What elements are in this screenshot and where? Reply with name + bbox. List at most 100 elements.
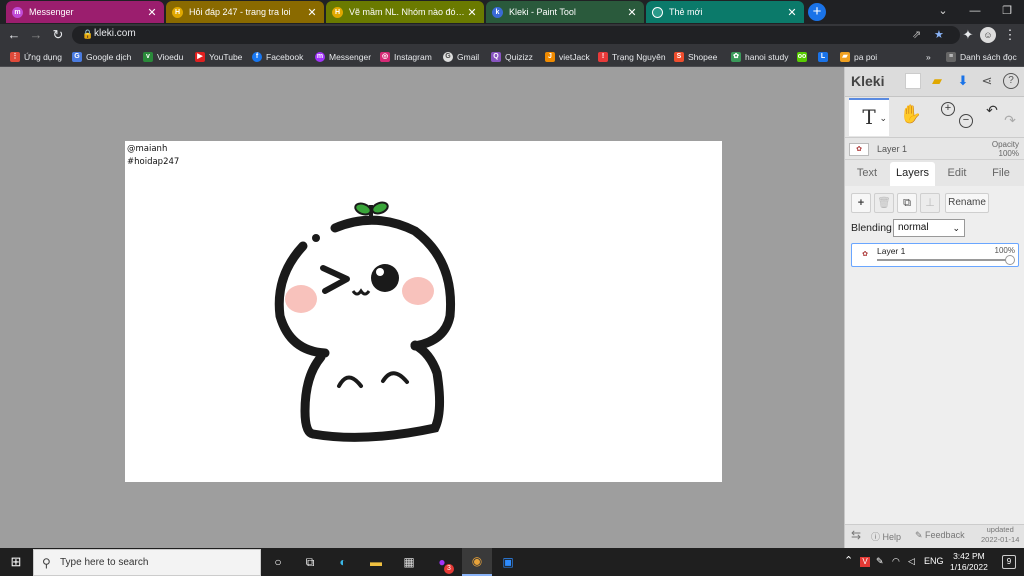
current-layer-name: Layer 1 [877,144,908,154]
tab-hoidap[interactable]: H Hỏi đáp 247 - trang tra loi ✕ [166,1,324,23]
edge-icon[interactable]: ◐ [333,552,353,572]
wifi-icon[interactable]: ◠ [892,556,900,567]
speaker-icon[interactable]: ◁ [908,556,915,567]
close-icon[interactable]: ✕ [786,6,798,19]
tab-messenger[interactable]: m Messenger ✕ [6,1,164,23]
antivirus-icon[interactable]: V [860,557,870,567]
windows-taskbar: ⊞ ⚲ Type here to search ○ ⧉ ◐ ▬ ▦ ● 3 ◉ ▣… [0,548,1024,576]
rename-button[interactable]: Rename [945,193,989,213]
bookmark-google-translate[interactable]: G Google dịch [72,50,131,64]
cortana-icon[interactable]: ○ [268,552,288,572]
tab-text[interactable]: Text [847,162,887,186]
bookmark-youtube[interactable]: ▶ YouTube [195,50,242,64]
close-icon[interactable]: ✕ [626,6,638,19]
new-image-icon[interactable] [905,73,921,89]
vioedu-icon: v [143,52,153,62]
text-tool-button[interactable]: T ⌄ [849,98,889,136]
bookmarks-overflow-button[interactable]: » [926,50,931,64]
help-label: Help [882,532,902,542]
bookmark-hanoi-study[interactable]: ✿ hanoi study [731,50,788,64]
layer-opacity-slider[interactable] [877,255,1015,265]
layers-panel: + 🗑 ⧉ ⊥ Rename Blending normal ⌄ ✿ Layer … [845,186,1024,548]
zoom-out-icon[interactable]: − [959,114,973,128]
arm-right [381,371,409,384]
bookmark-shopee[interactable]: S Shopee [674,50,717,64]
bookmark-messenger[interactable]: m Messenger [315,50,371,64]
close-icon[interactable]: ✕ [466,6,478,19]
minimize-button[interactable]: — [960,2,990,20]
duplicate-layer-button[interactable]: ⧉ [897,193,917,213]
task-view-icon[interactable]: ⧉ [300,552,320,572]
bookmark-pa-poi[interactable]: ▰ pa poi [840,50,877,64]
avatar[interactable]: ☺ [980,27,996,43]
bookmark-instagram[interactable]: ◎ Instagram [380,50,432,64]
bookmark-l[interactable]: L [818,50,832,64]
redo-icon[interactable]: ↷ [1003,112,1017,128]
reload-icon[interactable]: ↻ [50,27,66,43]
tab-kleki[interactable]: k Kleki - Paint Tool ✕ [486,1,644,23]
tab-new[interactable]: Thẻ mới ✕ [646,1,804,23]
zoom-icon[interactable]: ▣ [498,552,518,572]
share-icon[interactable]: ⋖ [979,73,995,89]
opacity-slider-handle[interactable] [1005,255,1015,265]
store-icon[interactable]: ▦ [399,552,419,572]
hand-tool-button[interactable]: ✋ [899,104,923,128]
panel-tabs: Text Layers Edit File [845,162,1024,186]
bookmark-facebook[interactable]: f Facebook [252,50,303,64]
notification-center-icon[interactable]: 9 [1002,555,1016,569]
url-field[interactable]: 🔒 kleki.com ⇗ ★ [72,26,960,44]
clock[interactable]: 3:42 PM 1/16/2022 [950,551,988,573]
tab-file[interactable]: File [981,162,1021,186]
swap-side-icon[interactable]: ⇆ [851,528,861,542]
language-indicator[interactable]: ENG [924,556,944,566]
bookmark-duolingo[interactable]: oo [797,50,811,64]
facebook-icon: f [252,52,262,62]
delete-layer-button[interactable]: 🗑 [874,193,894,213]
bookmark-vioedu[interactable]: v Vioedu [143,50,183,64]
tab-ve-mam[interactable]: H Vẽ mầm NL. Nhóm nào đó.. biết... ✕ [326,1,484,23]
maximize-button[interactable]: ❐ [992,2,1022,20]
blending-label: Blending [851,222,892,234]
help-icon[interactable]: ? [1003,73,1019,89]
tab-layers[interactable]: Layers [890,162,935,186]
tab-search-icon[interactable]: ⌄ [928,2,958,20]
pa-poi-icon: ▰ [840,52,850,62]
bookmark-quizizz[interactable]: Q Quizizz [491,50,533,64]
undo-icon[interactable]: ↶ [985,102,999,118]
bookmark-star-icon[interactable]: ★ [934,28,944,41]
extensions-icon[interactable]: ✦ [960,27,976,43]
taskbar-search-box[interactable]: ⚲ Type here to search [33,549,261,576]
bookmark-gmail[interactable]: G Gmail [443,50,479,64]
open-folder-icon[interactable]: ▰ [929,73,945,89]
pen-icon[interactable]: ✎ [876,556,884,567]
windows-start-icon[interactable]: ⊞ [6,552,26,572]
tab-edit[interactable]: Edit [937,162,977,186]
chrome-icon[interactable]: ◉ [462,548,492,576]
reading-list-button[interactable]: ≡ Danh sách đọc [946,50,1017,64]
drawing-canvas[interactable]: @maianh #hoidap247 [125,141,722,482]
download-icon[interactable]: ⬇ [955,73,971,89]
blending-select[interactable]: normal ⌄ [893,219,965,237]
help-button[interactable]: ⓘ Help [871,530,901,543]
messenger-icon[interactable]: ● 3 [432,552,454,574]
canvas-area[interactable]: @maianh #hoidap247 [0,67,844,548]
layer-name: Layer 1 [877,246,906,256]
bookmark-apps[interactable]: ⋮ Ứng dụng [10,50,62,64]
close-icon[interactable]: ✕ [306,6,318,19]
bookmark-vietjack[interactable]: JvietJack [545,50,590,64]
close-icon[interactable]: ✕ [146,6,158,19]
feedback-button[interactable]: ✎ Feedback [915,530,965,541]
back-icon[interactable]: ← [6,27,22,43]
layer-list-item[interactable]: ✿ Layer 1 100% [851,243,1019,267]
menu-icon[interactable]: ⋮ [1002,27,1018,43]
merge-layer-button[interactable]: ⊥ [920,193,940,213]
share-icon[interactable]: ⇗ [912,28,921,41]
zoom-in-icon[interactable]: + [941,102,955,116]
kleki-icon: k [492,6,503,18]
file-explorer-icon[interactable]: ▬ [366,552,386,572]
chevron-up-icon[interactable]: ⌃ [844,554,853,567]
add-layer-button[interactable]: + [851,193,871,213]
forward-icon[interactable]: → [28,27,44,43]
new-tab-button[interactable]: + [808,3,826,21]
bookmark-trang-nguyen[interactable]: ! Trạng Nguyên [598,50,666,64]
